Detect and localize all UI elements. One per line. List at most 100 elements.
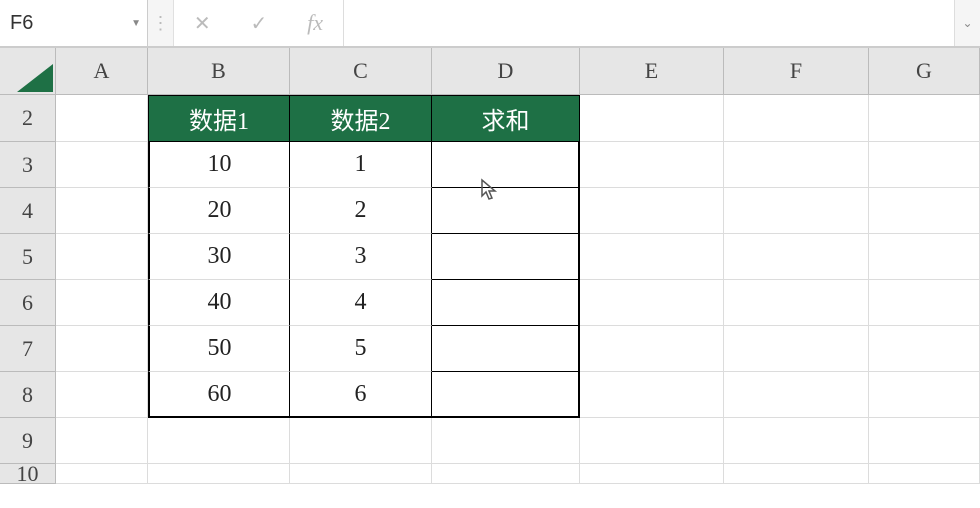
row-10: 10 [0, 464, 980, 484]
formula-bar: F6 ▼ ⋮ ✕ ✓ fx ⌄ [0, 0, 980, 48]
cell-E9[interactable] [580, 418, 724, 464]
row-8: 8 60 6 [0, 372, 980, 418]
cell-A7[interactable] [56, 326, 148, 372]
expand-formula-icon[interactable]: ⌄ [954, 0, 980, 46]
row-4: 4 20 2 [0, 188, 980, 234]
cell-D4[interactable] [432, 188, 580, 234]
row-header-8[interactable]: 8 [0, 372, 56, 418]
row-header-2[interactable]: 2 [0, 95, 56, 142]
formula-buttons: ✕ ✓ fx [174, 0, 344, 46]
cell-C9[interactable] [290, 418, 432, 464]
cell-F9[interactable] [724, 418, 869, 464]
row-6: 6 40 4 [0, 280, 980, 326]
cell-A4[interactable] [56, 188, 148, 234]
cell-G3[interactable] [869, 142, 980, 188]
row-header-5[interactable]: 5 [0, 234, 56, 280]
col-header-F[interactable]: F [724, 48, 869, 95]
fx-icon[interactable]: fx [307, 10, 323, 36]
cell-G2[interactable] [869, 95, 980, 142]
cell-G7[interactable] [869, 326, 980, 372]
col-header-D[interactable]: D [432, 48, 580, 95]
row-header-10[interactable]: 10 [0, 464, 56, 484]
cell-D2[interactable]: 求和 [432, 95, 580, 142]
cell-B8[interactable]: 60 [148, 372, 290, 418]
cell-C2[interactable]: 数据2 [290, 95, 432, 142]
cell-C6[interactable]: 4 [290, 280, 432, 326]
row-header-7[interactable]: 7 [0, 326, 56, 372]
cell-G10[interactable] [869, 464, 980, 484]
cell-A8[interactable] [56, 372, 148, 418]
cell-C8[interactable]: 6 [290, 372, 432, 418]
confirm-icon[interactable]: ✓ [251, 11, 268, 36]
cell-G4[interactable] [869, 188, 980, 234]
cell-E4[interactable] [580, 188, 724, 234]
cell-D5[interactable] [432, 234, 580, 280]
cell-A6[interactable] [56, 280, 148, 326]
spreadsheet-grid: A B C D E F G 2 数据1 数据2 求和 3 10 1 4 20 2 [0, 48, 980, 484]
name-box-dropdown-icon[interactable]: ▼ [131, 18, 141, 29]
cell-G6[interactable] [869, 280, 980, 326]
col-header-A[interactable]: A [56, 48, 148, 95]
cell-B3[interactable]: 10 [148, 142, 290, 188]
select-all-corner[interactable] [0, 48, 56, 95]
cell-D9[interactable] [432, 418, 580, 464]
cell-D10[interactable] [432, 464, 580, 484]
cell-C7[interactable]: 5 [290, 326, 432, 372]
col-header-G[interactable]: G [869, 48, 980, 95]
cell-B9[interactable] [148, 418, 290, 464]
cell-A3[interactable] [56, 142, 148, 188]
row-header-6[interactable]: 6 [0, 280, 56, 326]
cell-F4[interactable] [724, 188, 869, 234]
row-7: 7 50 5 [0, 326, 980, 372]
cell-D6[interactable] [432, 280, 580, 326]
cell-D7[interactable] [432, 326, 580, 372]
cell-F5[interactable] [724, 234, 869, 280]
cell-E5[interactable] [580, 234, 724, 280]
cell-B10[interactable] [148, 464, 290, 484]
cell-E10[interactable] [580, 464, 724, 484]
cell-A10[interactable] [56, 464, 148, 484]
col-header-E[interactable]: E [580, 48, 724, 95]
cell-B2[interactable]: 数据1 [148, 95, 290, 142]
cell-F2[interactable] [724, 95, 869, 142]
cell-C5[interactable]: 3 [290, 234, 432, 280]
cell-E2[interactable] [580, 95, 724, 142]
cell-D8[interactable] [432, 372, 580, 418]
cell-G9[interactable] [869, 418, 980, 464]
cell-A2[interactable] [56, 95, 148, 142]
row-header-4[interactable]: 4 [0, 188, 56, 234]
cell-F3[interactable] [724, 142, 869, 188]
cell-B5[interactable]: 30 [148, 234, 290, 280]
cell-A9[interactable] [56, 418, 148, 464]
row-2: 2 数据1 数据2 求和 [0, 95, 980, 142]
col-header-B[interactable]: B [148, 48, 290, 95]
row-9: 9 [0, 418, 980, 464]
cell-B7[interactable]: 50 [148, 326, 290, 372]
cell-C3[interactable]: 1 [290, 142, 432, 188]
cell-G8[interactable] [869, 372, 980, 418]
options-icon: ⋮ [152, 13, 170, 34]
name-box[interactable]: F6 ▼ [0, 0, 148, 46]
column-headers: A B C D E F G [0, 48, 980, 95]
cell-E7[interactable] [580, 326, 724, 372]
cell-F8[interactable] [724, 372, 869, 418]
cell-D3[interactable] [432, 142, 580, 188]
formula-input[interactable] [344, 0, 954, 46]
row-header-3[interactable]: 3 [0, 142, 56, 188]
row-header-9[interactable]: 9 [0, 418, 56, 464]
cell-E6[interactable] [580, 280, 724, 326]
cell-B4[interactable]: 20 [148, 188, 290, 234]
cell-B6[interactable]: 40 [148, 280, 290, 326]
cell-F6[interactable] [724, 280, 869, 326]
cell-F10[interactable] [724, 464, 869, 484]
cell-E8[interactable] [580, 372, 724, 418]
cell-C10[interactable] [290, 464, 432, 484]
cell-F7[interactable] [724, 326, 869, 372]
cell-E3[interactable] [580, 142, 724, 188]
col-header-C[interactable]: C [290, 48, 432, 95]
cell-G5[interactable] [869, 234, 980, 280]
cell-A5[interactable] [56, 234, 148, 280]
name-box-value: F6 [10, 12, 131, 35]
cell-C4[interactable]: 2 [290, 188, 432, 234]
cancel-icon[interactable]: ✕ [194, 11, 211, 36]
